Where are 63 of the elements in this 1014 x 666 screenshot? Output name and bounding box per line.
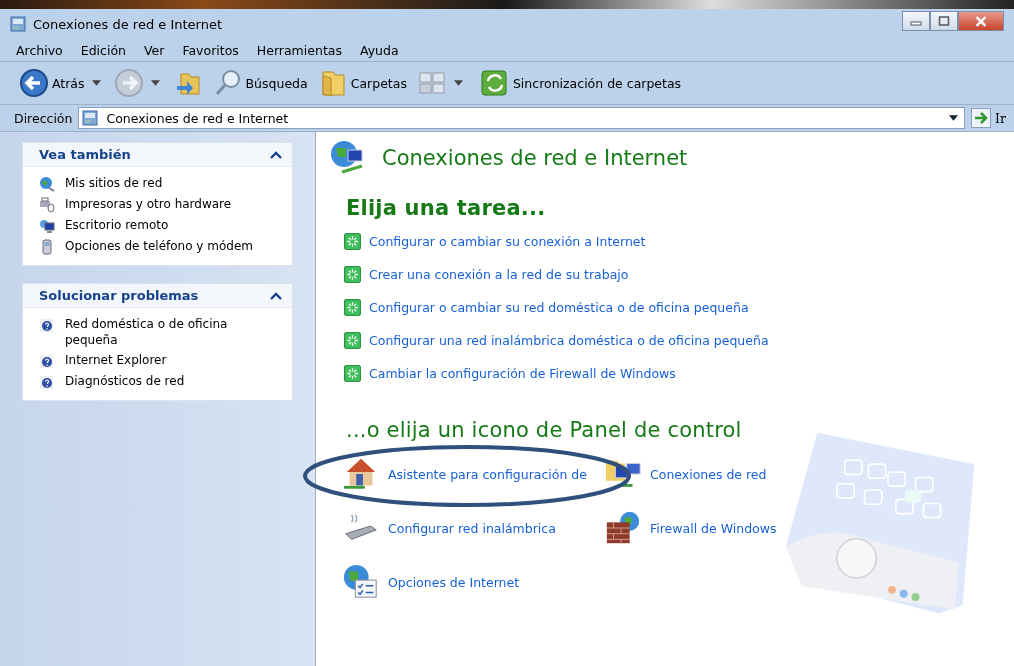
- panel-title: Vea también: [39, 147, 131, 162]
- task-icon: [344, 265, 361, 283]
- page-title: Conexiones de red e Internet: [382, 146, 688, 170]
- task-link[interactable]: Configurar una red inalámbrica doméstica o de oficina pequeña: [369, 332, 769, 348]
- globe-checklist-icon: [342, 563, 380, 601]
- menu-item[interactable]: Ayuda: [357, 42, 401, 58]
- help-icon: [39, 353, 55, 369]
- task-icon: [344, 331, 361, 349]
- close-icon: [974, 15, 988, 27]
- window-title: Conexiones de red e Internet: [33, 16, 222, 32]
- address-label: Dirección: [14, 110, 73, 126]
- control-panel-icon: [82, 110, 99, 126]
- sidebar-link[interactable]: Impresoras y otro hardware: [65, 196, 232, 212]
- sidebar-link[interactable]: Red doméstica o de oficina pequeña: [65, 316, 280, 348]
- go-button[interactable]: Ir: [971, 108, 1014, 128]
- phone-icon: [39, 239, 55, 255]
- printer-icon: [39, 197, 55, 213]
- sync-icon: [479, 68, 510, 98]
- control-panel-link[interactable]: Opciones de Internet: [388, 574, 520, 590]
- collapse-chevron-icon[interactable]: [270, 150, 282, 159]
- menu-item[interactable]: Edición: [78, 42, 128, 58]
- folders-button[interactable]: Carpetas: [314, 66, 410, 100]
- monitor-icon: [39, 218, 55, 234]
- caret-icon[interactable]: [91, 80, 101, 86]
- control-panel-link[interactable]: Configurar red inalámbrica: [388, 520, 556, 536]
- sidebar-link[interactable]: Opciones de teléfono y módem: [65, 238, 253, 254]
- task-link[interactable]: Configurar o cambiar su red doméstica o de oficina pequeña: [369, 299, 749, 315]
- address-field[interactable]: Conexiones de red e Internet: [78, 107, 966, 129]
- panel-title: Solucionar problemas: [39, 288, 199, 303]
- caret-icon[interactable]: [453, 80, 463, 86]
- menu-item[interactable]: Ver: [141, 42, 167, 58]
- menu-item[interactable]: Herramientas: [254, 42, 344, 58]
- sidebar-link[interactable]: Internet Explorer: [65, 352, 167, 368]
- maximize-button[interactable]: [930, 11, 958, 31]
- collapse-chevron-icon[interactable]: [270, 291, 282, 300]
- sync-button[interactable]: Sincronización de carpetas: [476, 66, 685, 100]
- search-button[interactable]: Búsqueda: [209, 66, 311, 100]
- task-link[interactable]: Cambiar la configuración de Firewall de Windows: [369, 365, 676, 381]
- caret-icon[interactable]: [150, 80, 160, 86]
- control-panel-icon: [10, 16, 26, 32]
- help-icon: [39, 374, 55, 390]
- section-heading: Elija una tarea...: [346, 196, 547, 220]
- close-button[interactable]: [958, 11, 1004, 31]
- control-panel-link[interactable]: Firewall de Windows: [650, 520, 777, 536]
- menu-item[interactable]: Archivo: [14, 42, 65, 58]
- task-icon: [344, 364, 361, 382]
- task-link[interactable]: Configurar o cambiar su conexión a Internet: [369, 233, 646, 249]
- maximize-icon: [938, 16, 950, 26]
- task-icon: [344, 232, 361, 250]
- task-link[interactable]: Crear una conexión a la red de su trabajo: [369, 266, 629, 282]
- globe-icon: [39, 176, 55, 192]
- sidebar-link[interactable]: Diagnósticos de red: [65, 373, 185, 389]
- sidebar-link[interactable]: Escritorio remoto: [65, 217, 169, 233]
- dropdown-caret-icon[interactable]: [949, 115, 959, 121]
- control-panel-link[interactable]: Conexiones de red: [650, 466, 767, 482]
- minimize-button[interactable]: [902, 11, 930, 31]
- control-panel-link[interactable]: Asistente para configuración de: [388, 466, 587, 482]
- sidebar-link[interactable]: Mis sitios de red: [65, 175, 163, 191]
- help-icon: [39, 317, 55, 333]
- back-button[interactable]: Atrás: [16, 66, 88, 100]
- menu-item[interactable]: Favoritos: [180, 42, 241, 58]
- task-icon: [344, 298, 361, 316]
- section-heading: ...o elija un icono de Panel de control: [346, 418, 743, 442]
